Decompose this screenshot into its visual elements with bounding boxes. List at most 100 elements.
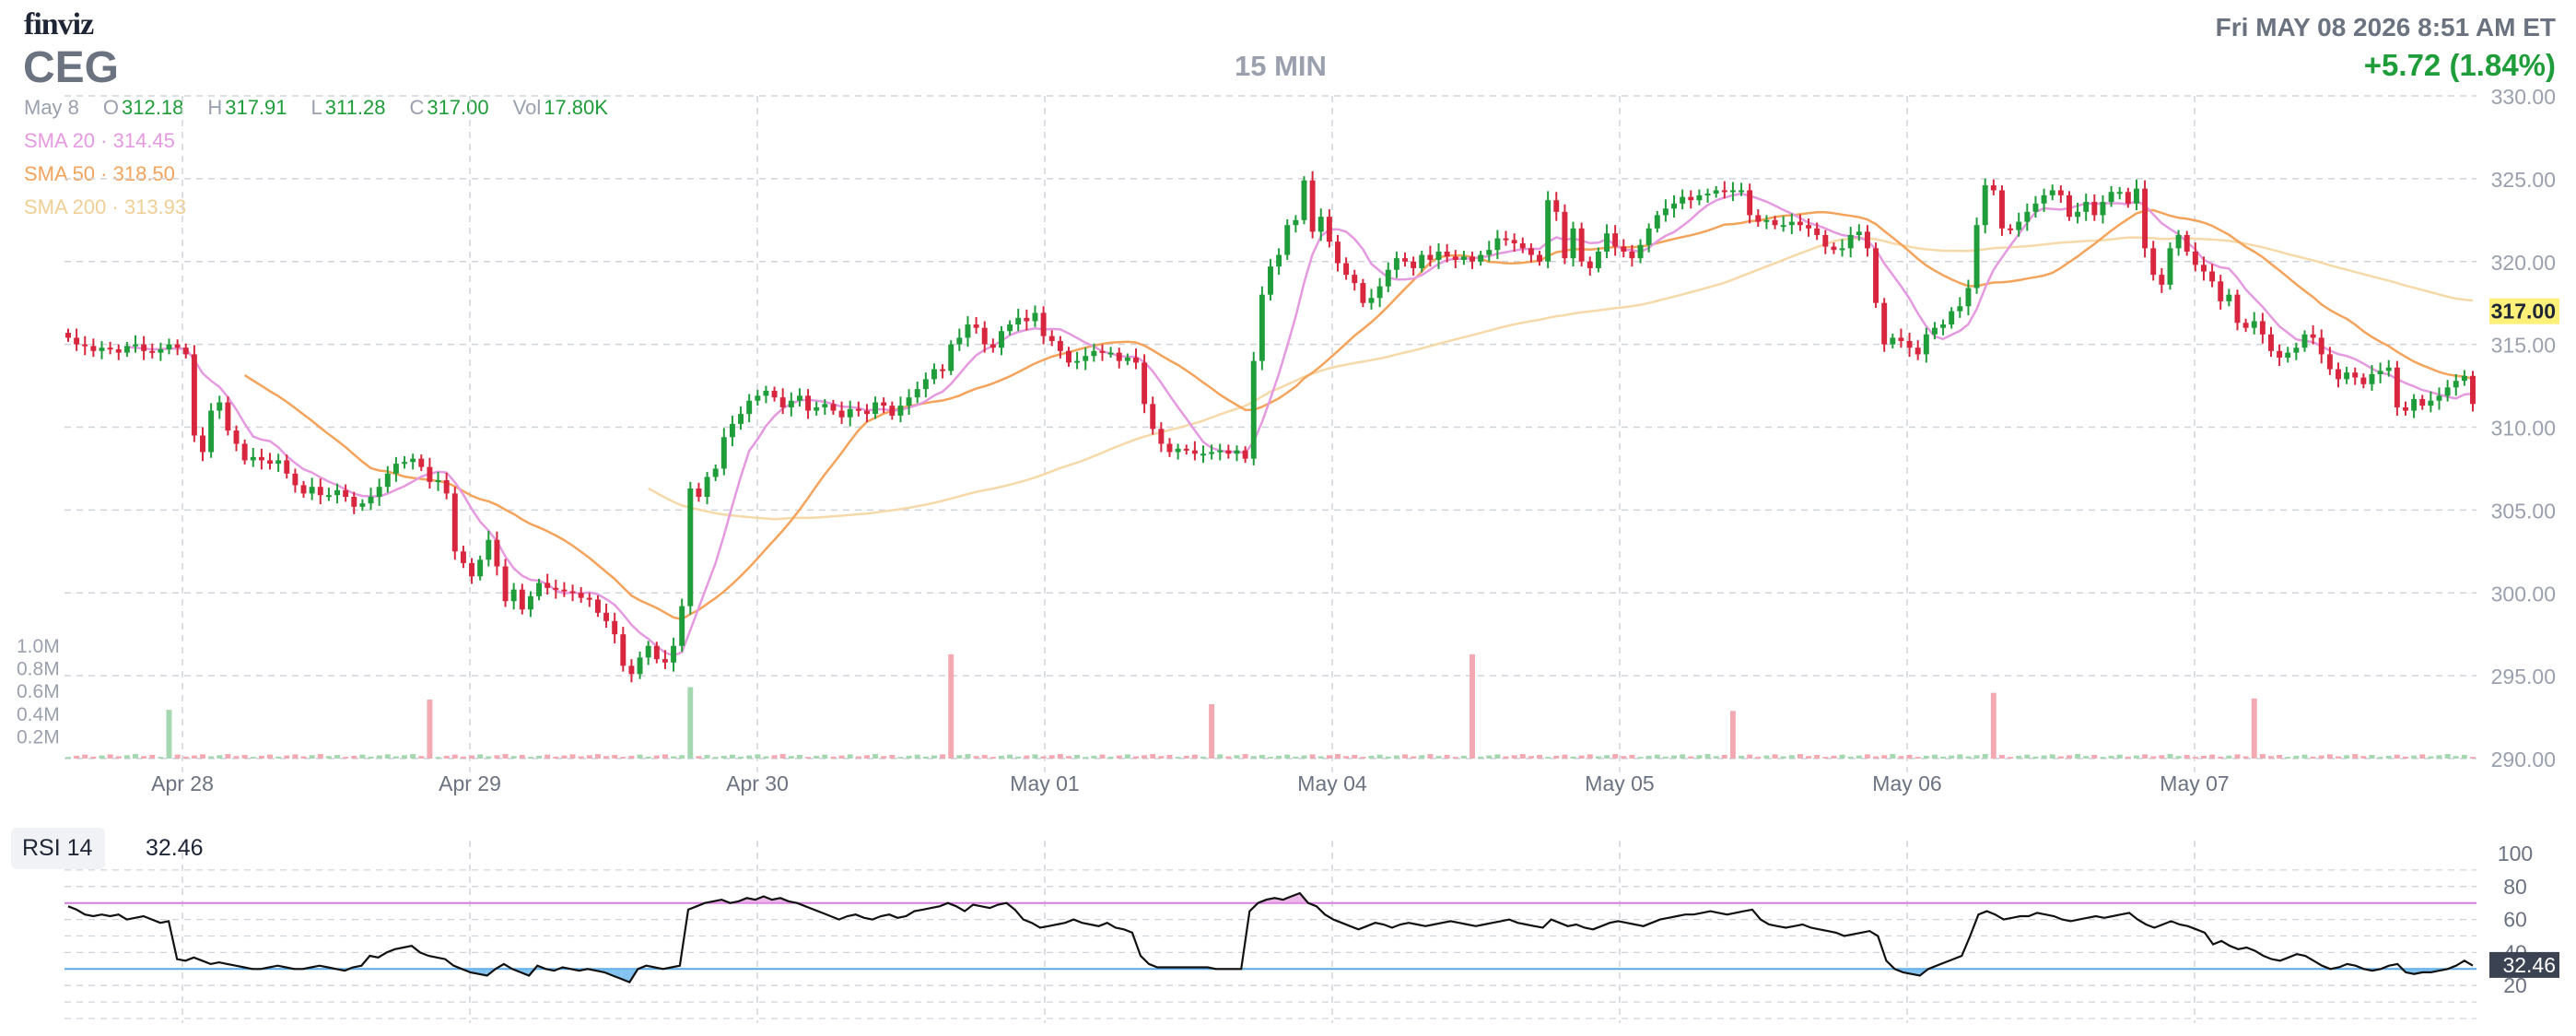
candle-body: [906, 397, 912, 406]
candle-body: [1645, 228, 1652, 245]
volume-bar: [1511, 755, 1517, 759]
volume-bar: [569, 754, 576, 759]
candle-body: [2116, 192, 2123, 194]
volume-bar: [1250, 756, 1257, 759]
candle-body: [1629, 251, 1635, 259]
volume-bar: [965, 754, 971, 759]
candle: [250, 447, 256, 467]
candle-body: [217, 402, 223, 411]
candle: [2470, 371, 2476, 412]
candle: [1537, 251, 1542, 266]
volume-bar: [2209, 754, 2216, 759]
candle: [317, 478, 323, 505]
volume-bar: [123, 755, 130, 759]
price-chart[interactable]: 330.00 325.00 320.00 315.00 310.00 305.00 300.…: [0, 0, 2576, 1036]
candle: [115, 344, 122, 360]
volume-bar: [317, 754, 323, 759]
volume-bar: [2470, 757, 2476, 759]
volume-bar: [1460, 755, 1467, 759]
candle: [2251, 312, 2257, 335]
volume-bar: [1191, 754, 1198, 759]
candle-body: [1444, 251, 1450, 257]
volume-bar: [1645, 755, 1652, 759]
candle: [1923, 327, 1929, 363]
candle-body: [1175, 448, 1181, 453]
volume-bar: [275, 756, 282, 759]
candle: [1940, 319, 1947, 336]
candle: [687, 481, 694, 615]
volume-bar: [2024, 754, 2031, 759]
candle: [1166, 438, 1173, 457]
candle-body: [410, 458, 416, 463]
candle: [738, 406, 744, 430]
candle-body: [1099, 350, 1106, 353]
volume-bar: [1259, 755, 1265, 759]
volume-bar: [2091, 755, 2098, 759]
candle-body: [1553, 200, 1560, 212]
candle-body: [2403, 406, 2408, 411]
volume-bar: [1293, 756, 1299, 759]
candle-body: [1688, 196, 1694, 201]
volume-bar: [788, 756, 794, 759]
candle: [2419, 394, 2426, 410]
candle-body: [814, 406, 820, 411]
candle: [1352, 269, 1358, 291]
volume-bar: [1478, 756, 1484, 759]
volume-bar: [191, 755, 197, 759]
candle: [1486, 241, 1493, 262]
volume-bar: [2385, 755, 2392, 759]
candle: [1368, 288, 1375, 310]
candle-body: [1654, 215, 1660, 229]
volume-bar: [343, 757, 349, 759]
volume-bar: [1519, 754, 1526, 759]
candle: [2066, 191, 2072, 221]
candle: [2436, 387, 2442, 410]
candle-body: [300, 485, 307, 494]
volume-bar: [166, 710, 172, 759]
volume-bar: [897, 757, 904, 759]
candle-body: [460, 551, 466, 563]
volume-bar: [687, 687, 694, 759]
volume-bar: [931, 755, 937, 759]
candle-body: [74, 337, 80, 345]
candle-body: [2201, 265, 2207, 272]
volume-bar: [2049, 754, 2055, 759]
volume-bar: [1352, 755, 1358, 759]
candle: [1545, 191, 1551, 268]
candle: [2428, 391, 2434, 413]
rsi-value-tag-label: 32.46: [2502, 953, 2556, 977]
volume-bar: [720, 755, 727, 759]
candle-body: [2344, 372, 2350, 380]
candle: [1654, 210, 1660, 233]
rsi-label-text: RSI 14: [22, 835, 93, 861]
volume-bar: [2444, 754, 2451, 759]
candle-body: [90, 346, 97, 351]
volume-bar: [1629, 755, 1635, 759]
volume-bar: [2133, 755, 2139, 759]
candle-body: [1091, 350, 1097, 357]
candle: [906, 389, 912, 416]
candle: [1780, 216, 1786, 232]
volume-bar: [1806, 756, 1812, 759]
candle-body: [2453, 381, 2459, 388]
volume-bar: [872, 754, 879, 759]
candle-body: [2461, 375, 2467, 382]
candle-body: [881, 402, 887, 406]
candle-body: [2326, 354, 2333, 370]
candle-body: [284, 460, 290, 474]
volume-bar: [2251, 698, 2257, 759]
candle: [948, 340, 954, 375]
candle: [679, 598, 685, 653]
rsi-indicator-label[interactable]: RSI 14: [11, 828, 106, 869]
candle-body: [536, 583, 543, 596]
candle-body: [1142, 362, 1148, 405]
candle: [1621, 239, 1627, 258]
volume-bar: [1537, 755, 1542, 759]
volume-bar: [392, 756, 399, 759]
volume-bar: [1183, 755, 1189, 759]
candle-body: [1898, 337, 1904, 342]
volume-bar: [553, 756, 559, 759]
candle: [182, 343, 189, 359]
candle: [1048, 330, 1055, 347]
candle: [1250, 351, 1257, 465]
